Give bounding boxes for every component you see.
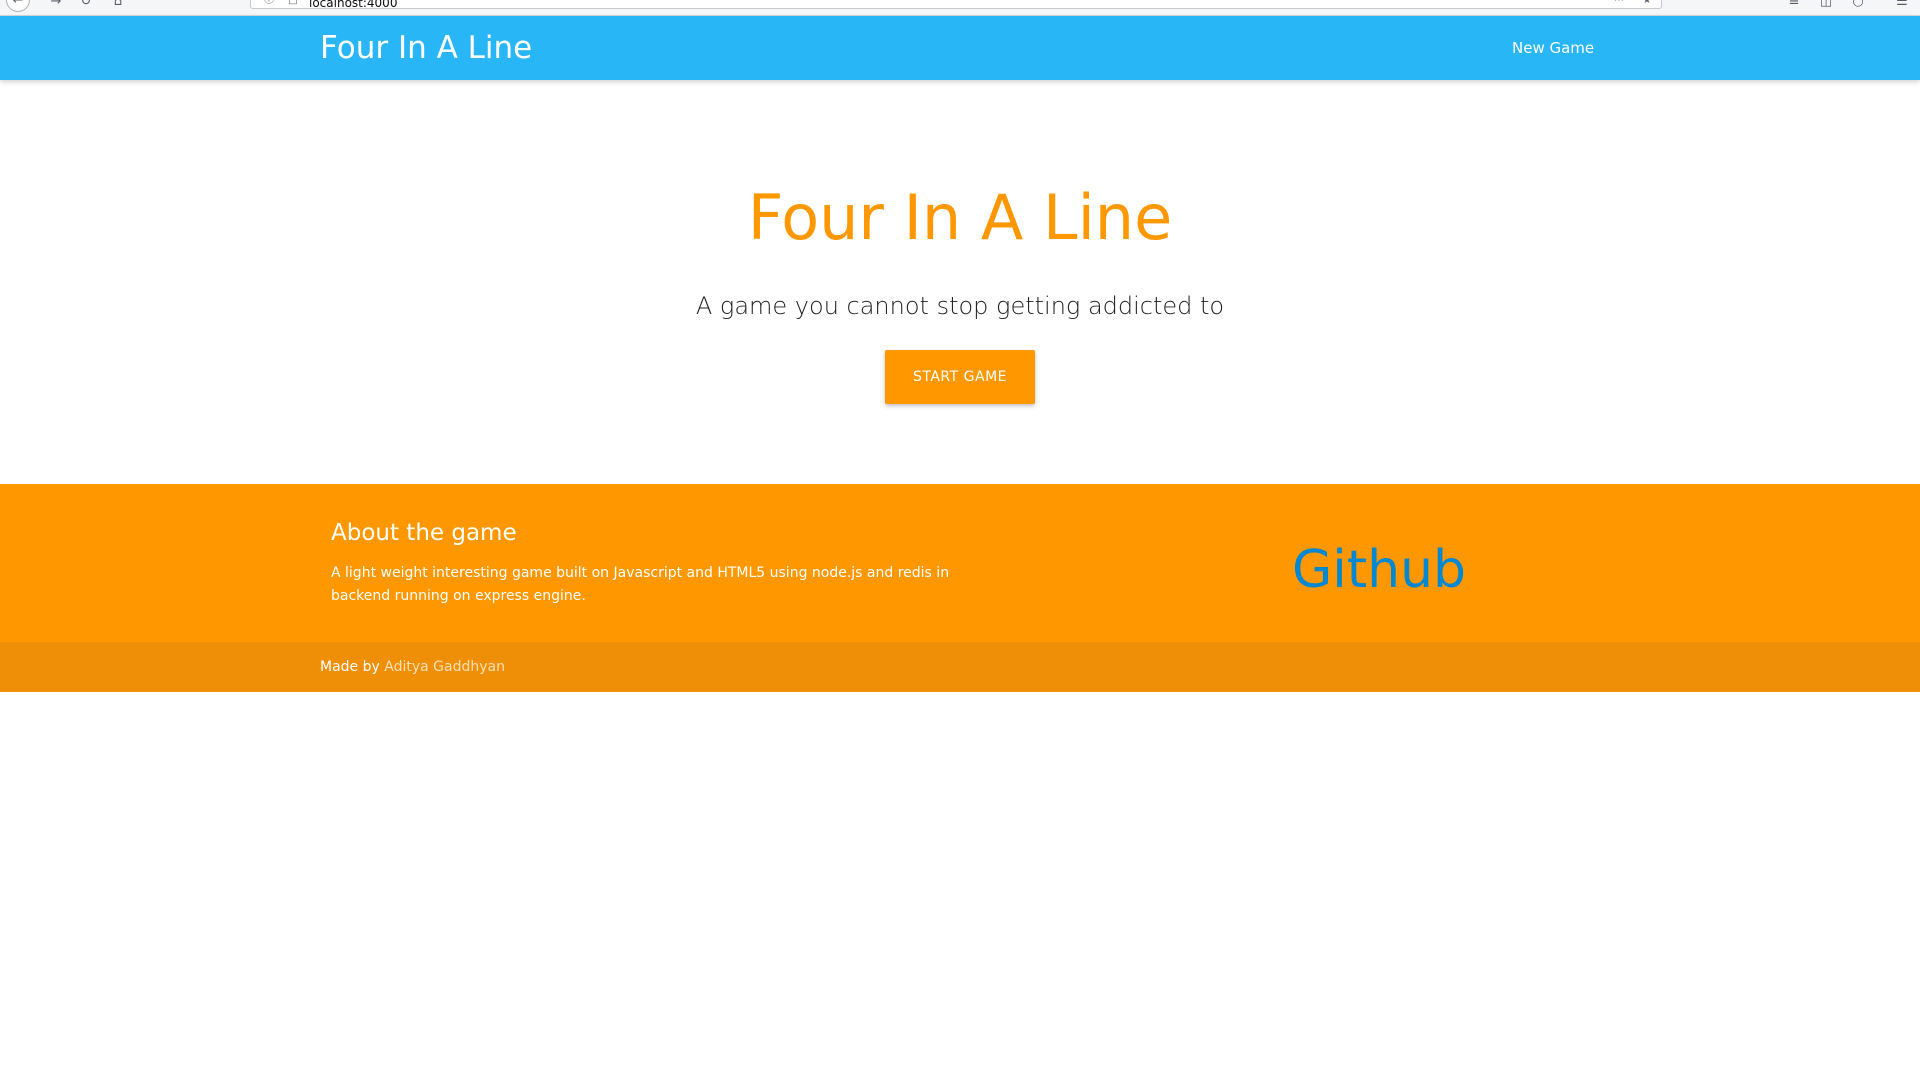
hero-subtitle: A game you cannot stop getting addicted … (695, 292, 1225, 320)
home-icon[interactable]: ⌂ (110, 0, 126, 10)
page-footer: About the game A light weight interestin… (0, 484, 1920, 642)
library-icon[interactable]: ≡ (1786, 0, 1802, 10)
new-game-link[interactable]: New Game (1512, 38, 1594, 58)
menu-icon[interactable]: ☰ (1894, 0, 1910, 10)
bookmark-star-icon[interactable]: ★ (1641, 0, 1653, 7)
made-by-prefix: Made by (320, 659, 380, 675)
back-arrow-icon[interactable]: ← (6, 0, 30, 12)
info-icon[interactable]: ⓘ (263, 0, 275, 7)
browser-toolbar: ← → ↻ ⌂ ⓘ □ localhost:4000 ⋯ ★ ≡ ◫ ○ ☰ (0, 0, 1920, 16)
brand-logo[interactable]: Four In A Line (320, 29, 532, 67)
footer-copyright: Made by Aditya Gaddhyan (0, 642, 1920, 692)
author-link[interactable]: Aditya Gaddhyan (384, 659, 505, 675)
about-description: A light weight interesting game built on… (331, 565, 950, 604)
page-icon: □ (288, 0, 298, 6)
address-bar[interactable]: ⓘ □ localhost:4000 ⋯ ★ (250, 0, 1662, 9)
sidebar-icon[interactable]: ◫ (1818, 0, 1834, 10)
account-icon[interactable]: ○ (1850, 0, 1866, 10)
start-game-button[interactable]: START GAME (885, 350, 1035, 404)
forward-arrow-icon[interactable]: → (48, 0, 64, 10)
about-heading: About the game (331, 520, 517, 546)
navbar: Four In A Line New Game (0, 16, 1920, 80)
page-actions-icon[interactable]: ⋯ (1613, 0, 1625, 7)
hero-title: Four In A Line (747, 181, 1173, 254)
reload-icon[interactable]: ↻ (78, 0, 94, 10)
made-by-text: Made by Aditya Gaddhyan (320, 658, 505, 676)
url-text[interactable]: localhost:4000 (309, 0, 397, 9)
github-link[interactable]: Github (1292, 540, 1466, 600)
